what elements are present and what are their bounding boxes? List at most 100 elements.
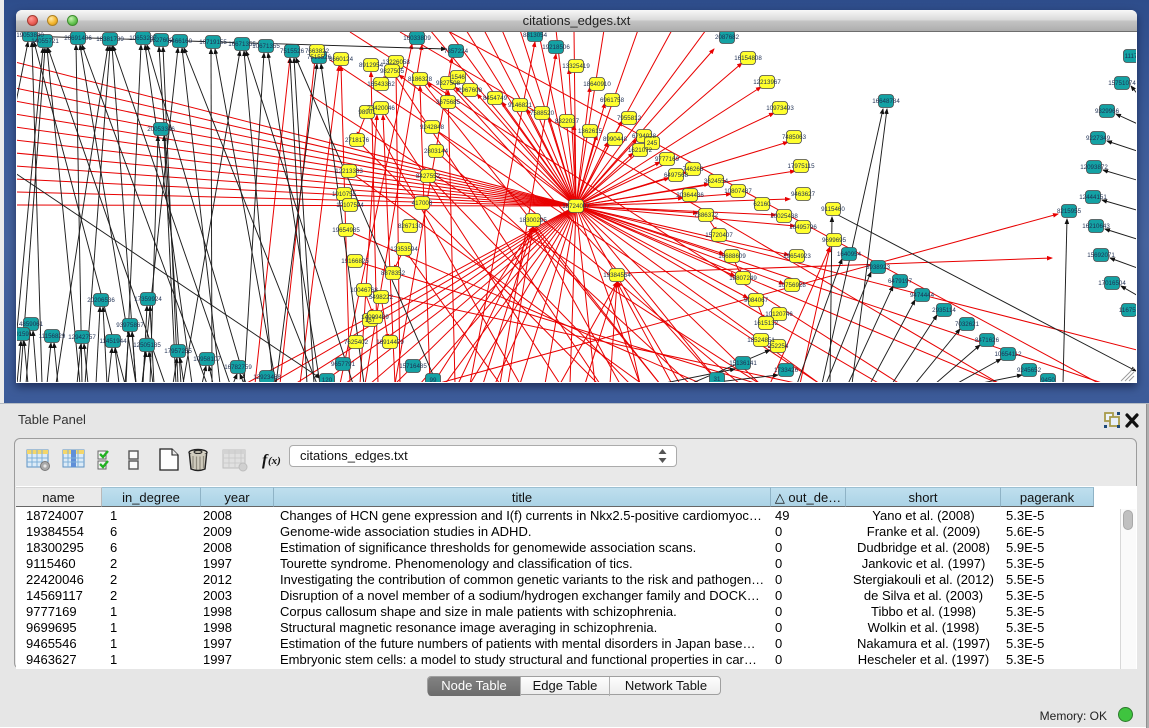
- svg-text:6794028: 6794028: [632, 133, 657, 140]
- svg-text:8813054: 8813054: [523, 32, 548, 39]
- svg-text:23420046: 23420046: [367, 105, 395, 112]
- svg-text:10046768: 10046768: [350, 287, 378, 294]
- svg-text:10973493: 10973493: [766, 105, 794, 112]
- svg-text:16782759: 16782759: [224, 364, 252, 371]
- svg-text:1117: 1117: [1125, 53, 1136, 60]
- svg-text:20364436: 20364436: [676, 192, 704, 199]
- svg-text:16543362: 16543362: [367, 81, 395, 88]
- svg-text:3624554: 3624554: [704, 178, 729, 185]
- svg-text:9327508: 9327508: [436, 80, 461, 87]
- svg-text:18300295: 18300295: [519, 217, 547, 224]
- svg-text:5498222: 5498222: [369, 294, 394, 301]
- svg-text:4859061: 4859061: [19, 321, 44, 328]
- svg-text:17016504: 17016504: [1098, 280, 1126, 287]
- svg-text:62160: 62160: [753, 201, 771, 208]
- svg-text:9245652: 9245652: [1017, 367, 1042, 374]
- svg-text:99: 99: [430, 377, 437, 382]
- svg-text:8990448: 8990448: [603, 136, 628, 143]
- svg-text:9159: 9159: [17, 331, 29, 338]
- svg-text:19654923: 19654923: [783, 253, 811, 260]
- svg-text:15136141: 15136141: [729, 360, 757, 367]
- svg-text:16914479: 16914479: [376, 339, 404, 346]
- svg-text:16210643: 16210643: [1082, 223, 1110, 230]
- svg-text:7386372: 7386372: [694, 212, 719, 219]
- svg-text:8186328: 8186328: [408, 76, 433, 83]
- svg-text:2935114: 2935114: [932, 307, 956, 314]
- svg-text:14055721: 14055721: [31, 38, 59, 45]
- svg-text:16033809: 16033809: [403, 35, 431, 42]
- svg-text:1733426: 1733426: [774, 367, 799, 374]
- svg-text:7485063: 7485063: [782, 134, 807, 141]
- svg-text:11451944: 11451944: [99, 338, 127, 345]
- svg-text:2803144: 2803144: [424, 148, 449, 155]
- svg-text:7032621: 7032621: [955, 321, 980, 328]
- svg-text:14099489: 14099489: [361, 314, 389, 321]
- svg-text:1615132: 1615132: [754, 320, 779, 327]
- svg-text:9329966: 9329966: [1095, 108, 1120, 115]
- svg-text:20206536: 20206536: [87, 297, 115, 304]
- svg-text:93975867: 93975867: [116, 322, 144, 329]
- svg-text:9084067: 9084067: [744, 297, 769, 304]
- svg-text:9827505: 9827505: [380, 68, 405, 75]
- svg-text:10688609: 10688609: [718, 253, 746, 260]
- svg-text:31: 31: [714, 376, 721, 382]
- svg-text:2718176: 2718176: [345, 137, 370, 144]
- svg-text:19218506: 19218506: [542, 44, 570, 51]
- svg-text:7625402: 7625402: [344, 339, 369, 346]
- svg-text:8471626: 8471626: [975, 337, 1000, 344]
- svg-text:15751074: 15751074: [1108, 80, 1136, 87]
- svg-text:18640910: 18640910: [583, 81, 611, 88]
- svg-text:120: 120: [322, 377, 333, 382]
- svg-text:6466160: 6466160: [168, 38, 193, 45]
- svg-text:8660124: 8660124: [329, 56, 354, 63]
- svg-text:16495796: 16495796: [789, 224, 817, 231]
- svg-text:10025438: 10025438: [770, 213, 798, 220]
- svg-text:18807249: 18807249: [729, 275, 757, 282]
- svg-text:8454749: 8454749: [483, 95, 508, 102]
- svg-text:12213967: 12213967: [753, 79, 781, 86]
- svg-text:10654112: 10654112: [994, 351, 1022, 358]
- svg-text:6497568: 6497568: [664, 172, 689, 179]
- svg-text:12444151: 12444151: [1079, 194, 1107, 201]
- svg-text:15720407: 15720407: [705, 232, 733, 239]
- svg-text:15716485: 15716485: [399, 363, 427, 370]
- svg-text:12505185: 12505185: [133, 342, 161, 349]
- svg-text:17359924: 17359924: [134, 296, 162, 303]
- svg-text:10671355: 10671355: [252, 43, 280, 50]
- svg-text:8938923: 8938923: [866, 264, 891, 271]
- svg-text:9474444: 9474444: [910, 292, 935, 299]
- svg-text:7515526: 7515526: [280, 48, 305, 55]
- svg-text:16154808: 16154808: [734, 55, 762, 62]
- svg-text:1640954: 1640954: [837, 251, 862, 258]
- svg-text:17957255: 17957255: [164, 348, 192, 355]
- svg-text:16648784: 16648784: [872, 98, 900, 105]
- svg-text:9242848: 9242848: [420, 124, 445, 131]
- svg-text:12213383: 12213383: [335, 168, 363, 175]
- svg-text:1546: 1546: [451, 74, 465, 81]
- svg-text:7357224: 7357224: [444, 48, 469, 55]
- svg-text:7515526: 7515526: [307, 54, 332, 61]
- svg-text:10756928: 10756928: [778, 282, 806, 289]
- svg-text:9463627: 9463627: [791, 191, 816, 198]
- svg-text:10107534: 10107534: [336, 202, 364, 209]
- svg-text:9657791: 9657791: [331, 361, 356, 368]
- svg-text:6961758: 6961758: [600, 97, 625, 104]
- svg-text:2967608: 2967608: [458, 87, 483, 94]
- svg-text:19384554: 19384554: [603, 272, 631, 279]
- svg-text:13325419: 13325419: [562, 63, 590, 70]
- svg-text:1362615: 1362615: [578, 128, 603, 135]
- svg-text:10120746: 10120746: [765, 311, 793, 318]
- svg-text:417008: 417008: [412, 200, 433, 207]
- svg-text:6479197: 6479197: [888, 278, 913, 285]
- svg-text:3675685: 3675685: [436, 99, 461, 106]
- svg-text:11156829: 11156829: [39, 333, 66, 340]
- svg-text:13226058: 13226058: [382, 59, 410, 66]
- svg-text:10719155: 10719155: [199, 39, 227, 46]
- svg-text:18724007: 18724007: [562, 203, 590, 210]
- svg-text:20691406: 20691406: [64, 35, 92, 42]
- svg-text:17975115: 17975115: [787, 163, 815, 170]
- svg-text:8878352: 8878352: [381, 270, 406, 277]
- svg-text:10807487: 10807487: [724, 188, 752, 195]
- svg-text:2087682: 2087682: [715, 34, 740, 41]
- svg-text:15692071: 15692071: [1087, 252, 1115, 259]
